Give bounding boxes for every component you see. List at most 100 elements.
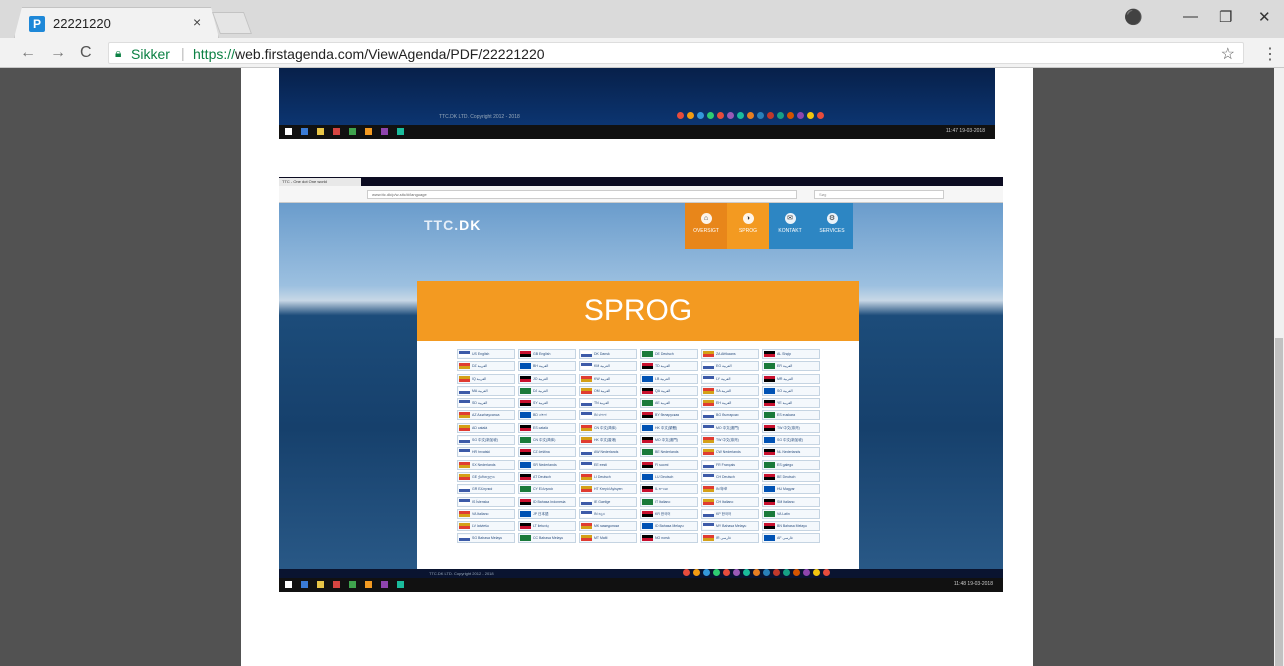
url-text[interactable]: https://web.firstagenda.com/ViewAgenda/P… <box>193 46 545 62</box>
flag-icon <box>642 523 653 530</box>
language-button: TD العربية <box>640 361 698 372</box>
flag-icon <box>703 437 714 444</box>
language-label: EG العربية <box>716 364 732 369</box>
social-icon <box>693 569 700 576</box>
flag-icon <box>642 510 653 517</box>
forward-button[interactable]: → <box>50 44 66 62</box>
reload-button[interactable]: C <box>80 44 92 62</box>
language-button: LT lietuvių <box>518 521 576 532</box>
language-label: IN हिन्दी <box>716 487 728 492</box>
language-button: SG Bahasa Melayu <box>457 533 515 544</box>
minimize-button[interactable]: — <box>1183 8 1198 25</box>
language-label: AF فارسی <box>777 536 793 541</box>
flag-icon <box>459 523 470 530</box>
flag-icon <box>459 351 470 357</box>
social-icon <box>803 569 810 576</box>
flag-icon <box>764 523 775 530</box>
viewer-scrollbar[interactable] <box>1274 68 1284 666</box>
flag-icon <box>703 375 714 382</box>
flag-icon <box>703 351 714 357</box>
language-button: ES galego <box>762 459 820 470</box>
social-icon <box>787 112 794 119</box>
browser-tab[interactable]: P 22221220 × <box>14 7 219 38</box>
flag-icon <box>642 351 653 357</box>
taskbar-app-icon <box>333 581 340 588</box>
taskbar-app-icon <box>365 581 372 588</box>
language-label: BE Nederlands <box>655 450 679 455</box>
taskbar-app-icon <box>397 581 404 588</box>
language-button: GB English <box>518 349 576 359</box>
language-label: IS Íslenska <box>472 499 490 504</box>
language-button: DE Deutsch <box>640 349 698 359</box>
taskbar-clock-bottom: 11:48 19-03-2018 <box>953 581 993 587</box>
pdf-viewer: TTC.DK LTD. Copyright 2012 - 2018 11:47 … <box>0 68 1284 666</box>
bookmark-star-icon[interactable]: ☆ <box>1221 44 1235 64</box>
language-button: HK 中文(繁體) <box>640 422 698 433</box>
language-button: GR Ελληνικά <box>457 484 515 495</box>
language-label: JP 日本語 <box>533 511 549 516</box>
language-button: CH Deutsch <box>701 471 759 482</box>
flag-icon <box>703 363 714 370</box>
language-button: MO 中文(澳門) <box>701 422 759 433</box>
firefox-url: www.ttc.dk/p/w-sitc/#/language <box>367 190 797 199</box>
flag-icon <box>581 535 592 542</box>
language-button: IN ಕನ್ನಡ <box>579 508 637 519</box>
flag-icon <box>520 535 531 542</box>
language-label: MO 中文(澳門) <box>716 425 739 430</box>
flag-icon <box>642 400 653 407</box>
language-button: BG български <box>701 410 759 421</box>
language-button: EG العربية <box>701 361 759 372</box>
address-bar[interactable]: 🔒︎ Sikker | https://web.firstagenda.com/… <box>108 42 1244 64</box>
flag-icon <box>642 535 653 542</box>
flag-icon <box>581 400 592 407</box>
language-button: ES català <box>518 422 576 433</box>
language-label: ES euskara <box>777 413 796 418</box>
flag-icon <box>581 449 592 456</box>
site-footer: TTC.DK LTD. Copyright 2012 - 2018 <box>279 569 1003 578</box>
language-button: IS Íslenska <box>457 496 515 507</box>
language-label: HK 中文(繁體) <box>655 425 678 430</box>
taskbar-app-icon <box>365 128 372 135</box>
language-button: ID Bahasa Melayu <box>640 521 698 532</box>
flag-icon <box>520 473 531 480</box>
tab-strip: P 22221220 × ⚫ — ❐ ✕ <box>0 0 1284 38</box>
language-button: TW 中文(臺灣) <box>701 435 759 446</box>
language-button: NO norsk <box>640 533 698 544</box>
flag-icon <box>764 473 775 480</box>
social-icon <box>743 569 750 576</box>
close-window-button[interactable]: ✕ <box>1258 8 1271 26</box>
restore-button[interactable]: ❐ <box>1219 8 1232 26</box>
social-icon <box>767 112 774 119</box>
language-button: KM العربية <box>579 361 637 372</box>
language-label: AE العربية <box>655 401 671 406</box>
taskbar-app-icon <box>381 581 388 588</box>
language-button: DZ العربية <box>457 361 515 372</box>
language-label: CY Ελληνικά <box>533 487 553 492</box>
menu-icon[interactable]: ⋮ <box>1262 44 1278 64</box>
profile-icon[interactable]: ⚫ <box>1124 8 1143 26</box>
language-label: IE Gaeilge <box>594 499 611 504</box>
scrollbar-thumb[interactable] <box>1275 338 1283 666</box>
language-button: YE العربية <box>762 398 820 409</box>
language-label: CN 中文(简体) <box>594 425 617 430</box>
site-nav-kontakt: ✉ KONTAKT <box>769 203 811 249</box>
flag-icon <box>642 363 653 370</box>
flag-icon <box>459 535 470 542</box>
flag-icon <box>520 400 531 407</box>
language-button: FI suomi <box>640 459 698 470</box>
language-button: VA Latin <box>762 508 820 519</box>
site-nav-icon: ⌂ <box>700 213 712 224</box>
social-icon <box>753 569 760 576</box>
social-icon <box>797 112 804 119</box>
language-button: NL Nederlands <box>762 447 820 458</box>
language-grid: US English GB English DK Dansk DE Deutsch ZA… <box>457 349 820 544</box>
language-button: AL Shqip <box>762 349 820 359</box>
social-icon <box>737 112 744 119</box>
tab-close-icon[interactable]: × <box>193 14 201 30</box>
language-button: CZ čeština <box>518 447 576 458</box>
language-label: SG Bahasa Melayu <box>472 536 503 541</box>
back-button[interactable]: ← <box>20 44 36 62</box>
new-tab-button[interactable] <box>211 12 253 34</box>
flag-icon <box>703 400 714 407</box>
social-icon <box>773 569 780 576</box>
